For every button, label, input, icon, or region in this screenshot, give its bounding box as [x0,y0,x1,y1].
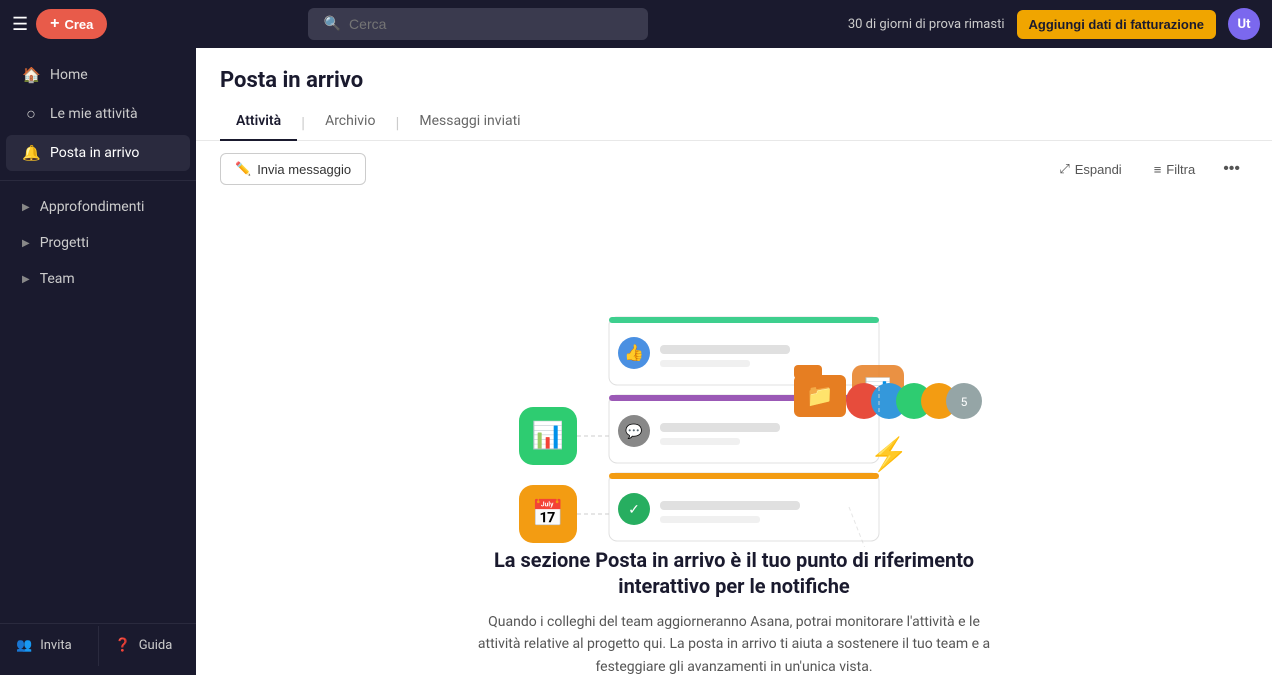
filter-icon: ≡ [1154,162,1162,177]
description-area: La sezione Posta in arrivo è il tuo punt… [474,547,994,675]
sidebar-bottom: 👥 Invita ❓ Guida [0,623,196,667]
plus-icon: + [50,15,59,33]
sidebar-item-projects-label: Progetti [40,235,89,251]
sidebar-item-my-tasks-label: Le mie attività [50,106,138,122]
svg-text:5: 5 [961,395,968,409]
guide-button[interactable]: ❓ Guida [99,624,197,667]
tab-separator-2: | [391,113,403,132]
toolbar-left: ✏️ Invia messaggio [220,153,366,185]
guide-label: Guida [139,638,173,653]
chevron-right-icon-3: ▶ [22,274,30,285]
svg-text:💬: 💬 [625,423,643,440]
sidebar-item-home-label: Home [50,67,88,83]
billing-button[interactable]: Aggiungi dati di fatturazione [1017,10,1217,39]
svg-text:📁: 📁 [806,384,833,409]
send-message-button[interactable]: ✏️ Invia messaggio [220,153,366,185]
filter-button[interactable]: ≡ Filtra [1142,155,1207,184]
avatar[interactable]: Ut [1228,8,1260,40]
svg-text:✓: ✓ [628,502,640,518]
tab-archive[interactable]: Archivio [309,105,391,141]
more-button[interactable]: ••• [1215,153,1248,185]
tab-activity[interactable]: Attività [220,105,297,141]
illustration: 👍 💬 ✓ [454,217,1014,547]
filter-label: Filtra [1166,162,1195,177]
sidebar-item-my-tasks[interactable]: ○ Le mie attività [6,95,190,133]
content-header: Posta in arrivo Attività | Archivio | Me… [196,48,1272,141]
chevron-right-icon-2: ▶ [22,238,30,249]
hamburger-icon[interactable]: ☰ [12,14,28,35]
sidebar-item-inbox-label: Posta in arrivo [50,145,139,161]
expand-icon: ⤢ [1059,161,1069,177]
sidebar-item-insights-label: Approfondimenti [40,199,145,215]
tabs: Attività | Archivio | Messaggi inviati [220,105,1248,140]
sidebar-item-inbox[interactable]: 🔔 Posta in arrivo [6,135,190,171]
create-button[interactable]: + Crea [36,9,107,39]
description-title: La sezione Posta in arrivo è il tuo punt… [474,547,994,599]
topbar-right: 30 di giorni di prova rimasti Aggiungi d… [848,8,1260,40]
svg-text:⚡: ⚡ [869,435,909,473]
toolbar-right: ⤢ Espandi ≡ Filtra ••• [1047,153,1248,185]
sidebar-item-projects[interactable]: ▶ Progetti [6,226,190,260]
create-label: Crea [64,17,93,32]
tab-separator-1: | [297,113,309,132]
bell-icon: 🔔 [22,144,40,162]
illustration-area: 👍 💬 ✓ [196,197,1272,675]
main-layout: 🏠 Home ○ Le mie attività 🔔 Posta in arri… [0,48,1272,675]
content-area: Posta in arrivo Attività | Archivio | Me… [196,48,1272,675]
home-icon: 🏠 [22,66,40,84]
sidebar-item-insights[interactable]: ▶ Approfondimenti [6,190,190,224]
search-bar[interactable]: 🔍 [308,8,648,40]
trial-text: 30 di giorni di prova rimasti [848,17,1005,32]
check-circle-icon: ○ [22,104,40,124]
invite-button[interactable]: 👥 Invita [0,624,98,667]
chevron-right-icon: ▶ [22,202,30,213]
search-icon: 🔍 [324,16,341,32]
more-icon: ••• [1223,160,1240,177]
guide-icon: ❓ [115,638,131,653]
toolbar: ✏️ Invia messaggio ⤢ Espandi ≡ Filtra ••… [196,141,1272,197]
sidebar-item-team-label: Team [40,271,75,287]
description-text: Quando i colleghi del team aggiorneranno… [474,611,994,675]
edit-icon: ✏️ [235,161,251,177]
topbar-left: ☰ + Crea [12,9,107,39]
svg-text:📊: 📊 [532,420,564,451]
invite-label: Invita [40,638,72,653]
svg-text:📅: 📅 [532,498,564,529]
invite-icon: 👥 [16,638,32,653]
sidebar-item-team[interactable]: ▶ Team [6,262,190,296]
sidebar-divider-1 [0,180,196,181]
topbar: ☰ + Crea 🔍 30 di giorni di prova rimasti… [0,0,1272,48]
sidebar: 🏠 Home ○ Le mie attività 🔔 Posta in arri… [0,48,196,675]
send-message-label: Invia messaggio [257,162,351,177]
tab-sent[interactable]: Messaggi inviati [403,105,536,141]
expand-label: Espandi [1075,162,1122,177]
page-title: Posta in arrivo [220,68,1248,93]
sidebar-item-home[interactable]: 🏠 Home [6,57,190,93]
svg-text:👍: 👍 [624,343,644,362]
search-input[interactable] [349,16,632,32]
topbar-center: 🔍 [115,8,839,40]
expand-button[interactable]: ⤢ Espandi [1047,154,1133,184]
